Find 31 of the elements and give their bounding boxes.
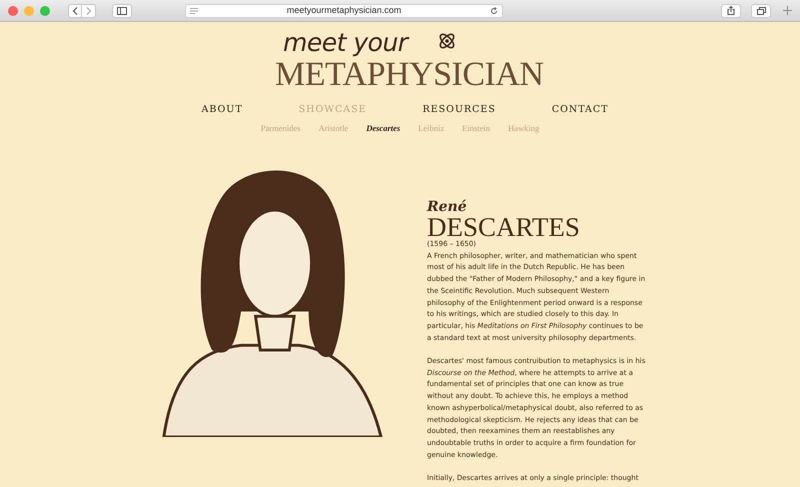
nav-link[interactable]: RESOURCES	[414, 103, 504, 118]
tabs-icon	[756, 6, 766, 14]
nav-link[interactable]: SHOWCASE	[290, 103, 375, 118]
nav-link[interactable]: ABOUT	[194, 103, 251, 118]
nav-link[interactable]: CONTACT	[544, 103, 616, 118]
logo-title: METAPHYSICIAN	[275, 57, 544, 93]
reader-icon	[190, 8, 198, 14]
back-button[interactable]	[68, 4, 82, 18]
chevron-left-icon	[72, 6, 78, 14]
last-name-heading: DESCARTES	[427, 215, 581, 239]
subnav-link[interactable]: Hawking	[506, 122, 542, 135]
share-button[interactable]	[721, 4, 741, 18]
first-name: René	[427, 199, 468, 215]
subnav-link[interactable]: Aristotle	[316, 122, 350, 135]
maximize-window-button[interactable]	[40, 6, 50, 16]
atom-icon	[437, 31, 457, 51]
tabs-button[interactable]	[751, 4, 771, 18]
subnav-link[interactable]: Leibniz	[416, 122, 446, 135]
close-window-button[interactable]	[8, 6, 18, 16]
subnav-link[interactable]: Descartes	[364, 122, 402, 135]
subnav-link[interactable]: Parmenides	[258, 122, 302, 135]
sidebar-icon	[117, 6, 127, 14]
reload-icon	[490, 6, 498, 14]
subnav-link[interactable]: Einstein	[460, 122, 492, 135]
logo-tagline: meet your	[283, 29, 408, 57]
address-bar[interactable]: meetyourmetaphysician.com	[185, 4, 503, 18]
chevron-right-icon	[86, 6, 92, 14]
sidebar-button[interactable]	[112, 4, 132, 18]
url-text: meetyourmetaphysician.com	[286, 4, 402, 17]
share-icon	[727, 6, 735, 15]
new-tab-icon[interactable]	[783, 6, 792, 15]
